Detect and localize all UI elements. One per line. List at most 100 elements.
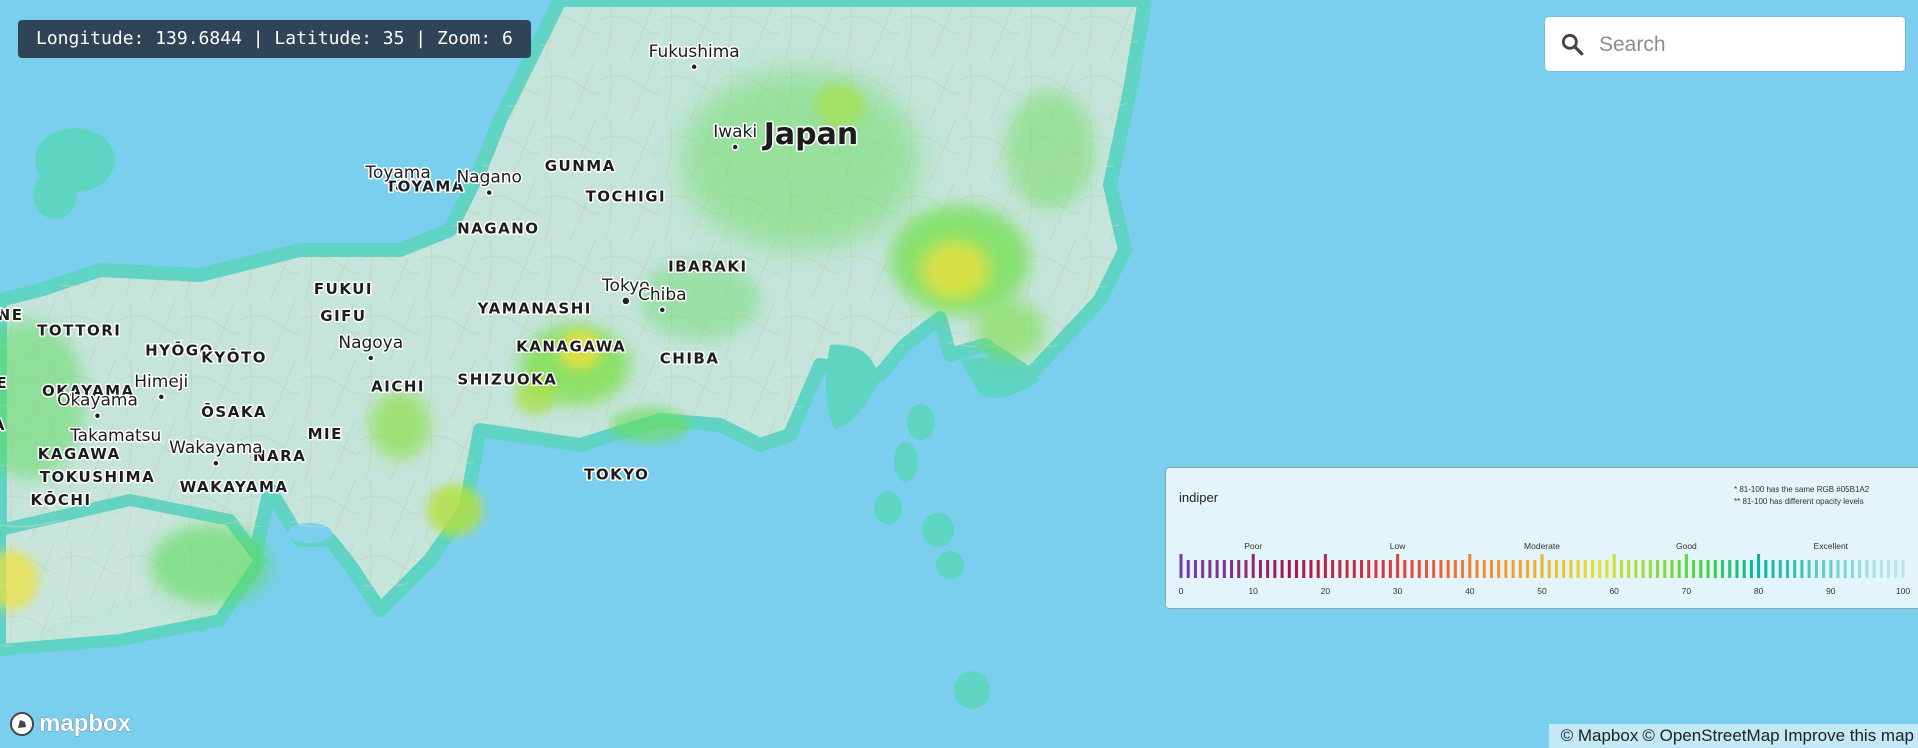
city-label: Wakayama [169,438,263,458]
legend-swatch [1793,560,1797,578]
prefecture-label: KANAGAWA [516,337,626,355]
legend-swatch [1295,560,1299,578]
city-dot [731,143,739,151]
legend-swatch [1721,560,1724,578]
legend-category-label: Excellent [1813,541,1849,551]
legend-title: indiper [1179,490,1219,505]
search-input[interactable] [1597,25,1891,65]
legend-swatch [1461,560,1465,578]
legend-swatch [1179,554,1183,578]
prefecture-label: NAGANO [457,219,539,237]
city-label: Matsue [0,301,1,321]
legend-color-scale [1179,554,1905,578]
city-label: Nagano [456,168,522,188]
legend-swatch [1800,560,1804,578]
prefecture-label: FUKUI [314,280,373,298]
legend-swatch [1670,560,1674,578]
legend-swatch [1482,560,1486,578]
legend-swatch [1273,560,1277,578]
legend-swatch [1865,560,1869,578]
legend-swatch [1757,554,1761,578]
mapbox-logo[interactable]: mapbox [9,710,132,738]
legend-swatch [1193,560,1197,578]
legend-swatch [1497,560,1501,578]
legend-swatch [1554,560,1558,578]
legend-tick-label: 50 [1537,586,1547,596]
search-box[interactable] [1545,17,1905,71]
prefecture-label: TOKYO [584,466,649,484]
legend-swatch [1677,560,1681,578]
prefecture-label: ŌSAKA [201,401,267,421]
legend-swatch [1367,560,1371,578]
attribution-mapbox-link[interactable]: © Mapbox [1561,726,1639,745]
map-canvas[interactable]: SHIMANEHIMANETOTTORIHYŌGOKYŌTOOKAYAMAROS… [0,0,1918,748]
legend-swatch [1374,560,1378,578]
prefecture-label: GUNMA [545,157,616,175]
legend-swatch [1266,560,1270,578]
legend-swatch [1879,560,1883,578]
coordinates-readout: Longitude: 139.6844 | Latitude: 35 | Zoo… [18,20,531,58]
legend-swatch [1468,554,1472,578]
legend-swatch [1735,560,1739,578]
prefecture-label: GIFU [320,307,366,325]
legend-swatch [1894,560,1898,578]
legend-swatch [1258,560,1262,578]
legend-swatch [1432,560,1436,578]
legend-swatch [1785,560,1789,578]
legend-swatch [1858,560,1862,578]
city-dot [157,393,165,401]
attribution-osm-link[interactable]: © OpenStreetMap [1642,726,1779,745]
legend-swatch [1446,560,1450,578]
legend-swatch [1475,560,1479,578]
legend-swatch [1648,560,1652,578]
legend-swatch [1280,560,1284,578]
legend-swatch [1504,560,1508,578]
legend-swatch [1583,560,1587,578]
improve-map-link[interactable]: Improve this map [1784,726,1914,745]
city-dot [621,296,631,306]
prefecture-label: YAMANASHI [477,299,592,317]
legend-category-label: Good [1675,541,1697,551]
legend-swatch [1439,560,1443,578]
legend-swatch [1829,560,1833,578]
legend-category-label: Moderate [1524,541,1560,551]
legend-swatch [1215,560,1219,578]
city-label: Chiba [638,285,687,305]
legend-category-label: Low [1389,541,1406,551]
legend-swatch [1764,560,1768,578]
legend-swatch [1208,560,1212,578]
attribution: © Mapbox © OpenStreetMap Improve this map [1548,724,1918,748]
prefecture-label: CHIBA [660,350,720,368]
legend-tick-label: 60 [1609,586,1619,596]
legend-swatch [1323,554,1327,578]
legend-swatch [1547,560,1551,578]
legend-swatch [1331,560,1335,578]
legend-swatch [1316,560,1320,578]
legend-swatch [1244,560,1248,578]
legend-swatch [1619,560,1623,578]
legend-tick-label: 80 [1753,586,1764,596]
legend-note: ** 81-100 has different opacity levels [1734,497,1864,506]
prefecture-label: TOCHIGI [586,188,667,206]
prefecture-label: KYŌTO [201,346,267,366]
legend-panel: indiper * 81-100 has the same RGB #05B1A… [1165,467,1918,609]
legend-swatch [1641,560,1645,578]
legend-tick-label: 70 [1681,586,1692,596]
legend-swatch [1749,560,1753,578]
legend-swatch [1634,560,1638,578]
legend-swatch [1287,560,1291,578]
legend-swatch [1598,560,1602,578]
legend-swatch [1518,560,1522,578]
legend-swatch [1424,560,1428,578]
legend-swatch [1663,560,1667,578]
legend-swatch [1612,554,1616,578]
prefecture-label: KAGAWA [38,445,121,463]
city-dot [690,63,698,71]
legend-swatch [1850,560,1854,578]
legend-swatch [1807,560,1811,578]
city-label: Toyama [364,163,430,183]
legend-swatch [1201,560,1205,578]
legend-swatch [1302,560,1306,578]
legend-swatch [1396,554,1400,578]
mapbox-logo-text: mapbox [39,710,132,738]
